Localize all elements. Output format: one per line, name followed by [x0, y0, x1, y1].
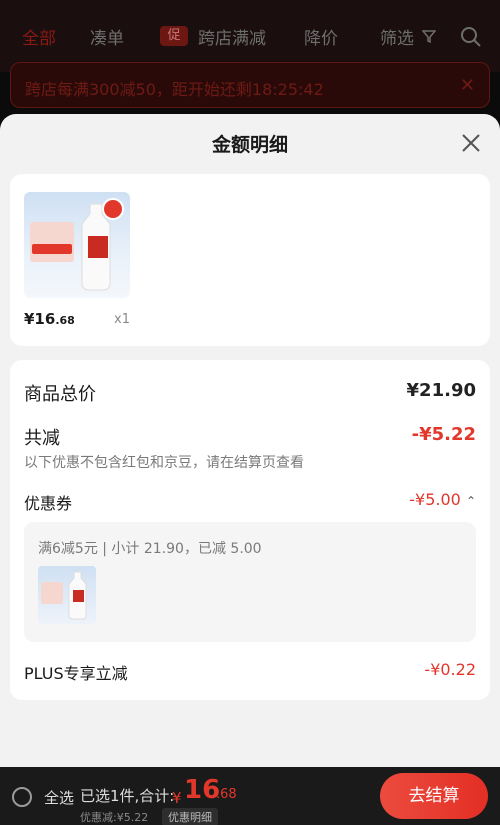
select-all-checkbox[interactable]: [12, 787, 32, 807]
discount-summary: 优惠减:¥5.22: [80, 811, 149, 824]
countdown-banner: 跨店每满300减50，距开始还剩18:25:42 ✕: [10, 62, 490, 108]
price-decimal: .68: [55, 314, 75, 327]
plus-discount-label: PLUS专享立减: [24, 664, 128, 683]
coupon-label: 优惠券: [24, 494, 73, 513]
product-image[interactable]: [24, 192, 130, 298]
discount-detail-button[interactable]: 优惠明细: [162, 808, 218, 825]
tab-cross-store-discount[interactable]: 跨店满减: [198, 24, 266, 49]
sheet-title: 金额明细: [211, 134, 288, 156]
close-icon[interactable]: ✕: [460, 75, 475, 96]
coupon-amount: -¥5.00: [409, 490, 461, 509]
total-price-label: 商品总价: [24, 384, 96, 405]
checkout-bar: 全选 已选1件,合计: ¥ 16 .68 优惠减:¥5.22 优惠明细 去结算: [0, 767, 500, 825]
chevron-up-icon: ⌃: [465, 494, 476, 508]
total-currency: ¥: [172, 789, 182, 807]
checked-icon[interactable]: [102, 198, 124, 220]
coupon-detail-box: 满6减5元 | 小计 21.90，已减 5.00: [24, 522, 476, 642]
discount-note: 以下优惠不包含红包和京豆，请在结算页查看: [24, 455, 304, 471]
coupon-product-image: [38, 566, 96, 624]
countdown-text: 跨店每满300减50，距开始还剩18:25:42: [25, 80, 324, 99]
total-integer: 16: [184, 775, 221, 805]
search-icon[interactable]: [460, 26, 482, 52]
tab-bundle[interactable]: 凑单: [90, 24, 124, 49]
total-price-value: ¥21.90: [406, 380, 476, 401]
total-discount-label: 共减: [24, 428, 60, 449]
amount-detail-sheet: 金额明细 ¥16.68 x1 商品总价 ¥21.90 共减 -¥5.22 以下优…: [0, 114, 500, 825]
selected-summary: 已选1件,合计:: [80, 787, 175, 805]
total-decimal: .68: [216, 787, 237, 802]
filter-icon[interactable]: [421, 28, 437, 47]
product-quantity: x1: [114, 312, 130, 327]
tab-filter[interactable]: 筛选: [380, 24, 414, 49]
tab-all[interactable]: 全部: [22, 24, 56, 49]
promo-badge: 促: [160, 26, 188, 46]
amount-detail-card: 商品总价 ¥21.90 共减 -¥5.22 以下优惠不包含红包和京豆，请在结算页…: [10, 360, 490, 700]
plus-discount-value: -¥0.22: [424, 660, 476, 679]
select-all-label[interactable]: 全选: [44, 787, 74, 808]
product-price: ¥16.68: [24, 310, 75, 328]
coupon-summary: 满6减5元 | 小计 21.90，已减 5.00: [38, 541, 262, 557]
checkout-button[interactable]: 去结算: [380, 773, 488, 819]
product-card: ¥16.68 x1: [10, 174, 490, 346]
coupon-value[interactable]: -¥5.00 ⌃: [409, 490, 476, 509]
close-icon[interactable]: [460, 132, 482, 154]
price-integer: ¥16: [24, 310, 56, 328]
total-discount-value: -¥5.22: [411, 424, 476, 445]
tab-price-drop[interactable]: 降价: [304, 24, 338, 49]
